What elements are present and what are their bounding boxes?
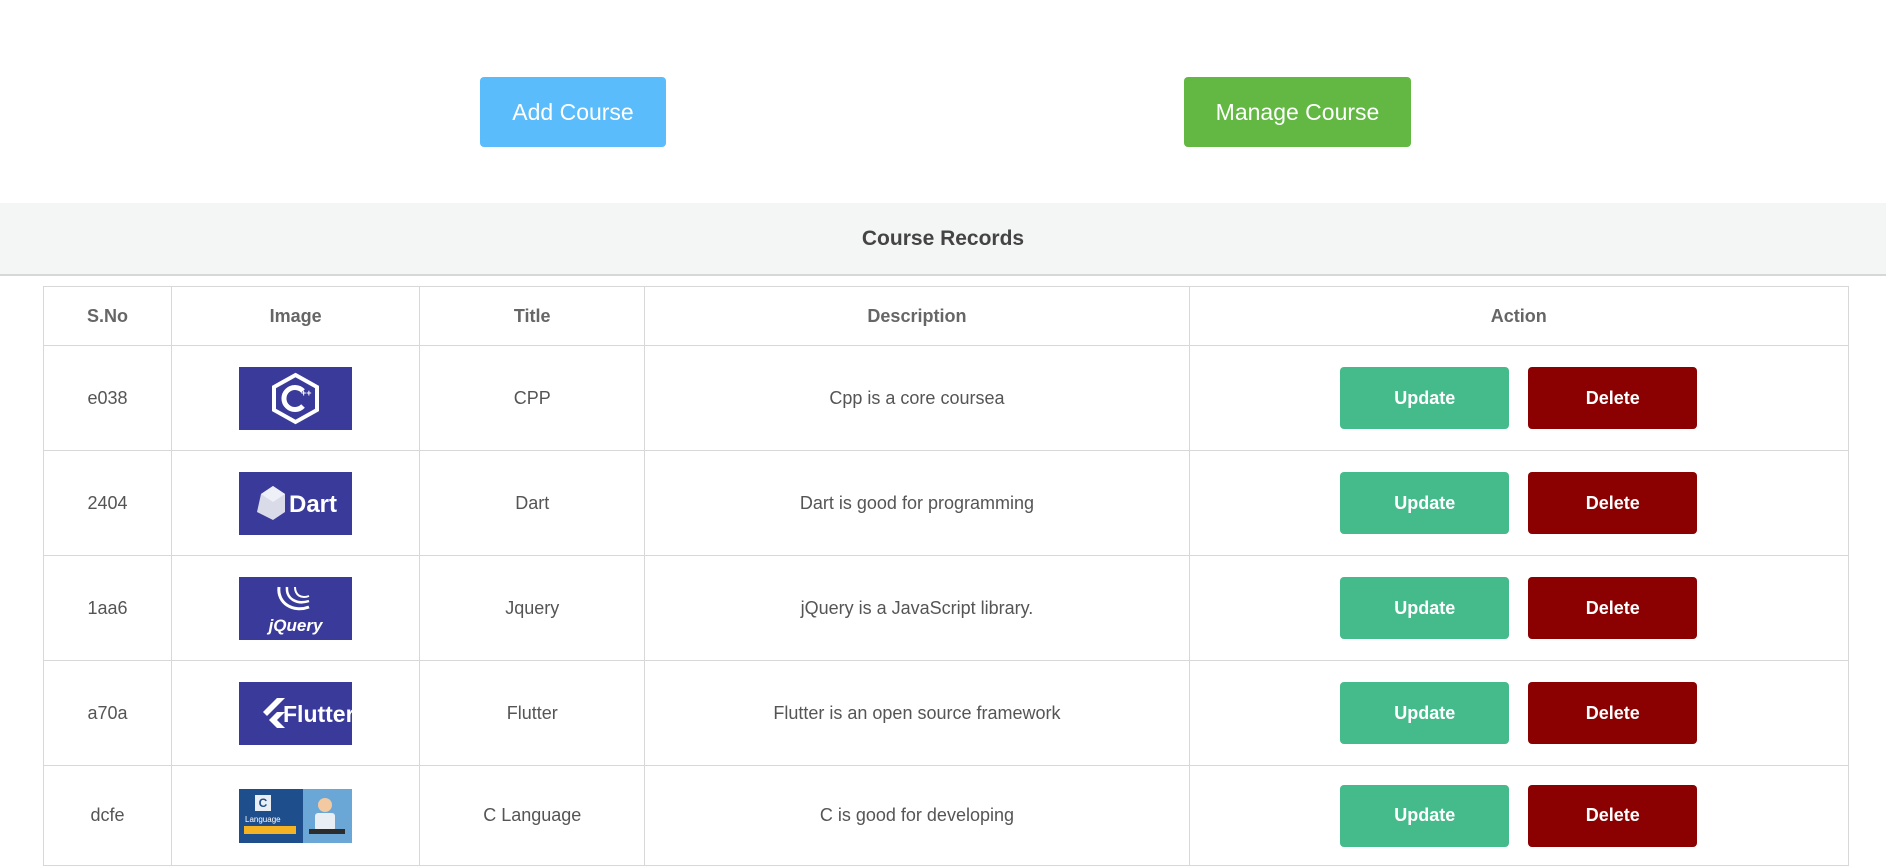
dart-logo-text: Dart [289,491,337,518]
cell-sno: dcfe [42,765,173,866]
header-action: Action [1188,286,1850,346]
cell-title: Flutter [419,660,646,766]
flutter-logo-text: Flutter [283,701,352,727]
cell-actions: Update Delete [1188,660,1850,766]
cell-image: Dart [171,450,421,556]
manage-course-button[interactable]: Manage Course [1184,77,1411,147]
records-section-title: Course Records [0,203,1886,276]
cell-image: jQuery [171,555,421,661]
c-language-logo-text: Language [245,815,281,824]
table-row: dcfe C Language C Language C is good for… [42,765,1850,866]
cell-description: jQuery is a JavaScript library. [644,555,1190,661]
cell-actions: Update Delete [1188,450,1850,556]
cell-sno: 1aa6 [42,555,173,661]
jquery-logo-icon: jQuery [239,576,353,640]
svg-text:C: C [259,796,268,810]
cell-title: Jquery [419,555,646,661]
cell-actions: Update Delete [1188,345,1850,451]
update-button[interactable]: Update [1340,577,1510,639]
delete-button[interactable]: Delete [1528,577,1698,639]
table-row: a70a Flutter Flutter Flutter is an open … [42,660,1850,766]
flutter-logo-icon: Flutter [239,681,353,745]
cell-sno: e038 [42,345,173,451]
table-row: 2404 Dart Dart Dart is good for programm… [42,450,1850,556]
cell-description: C is good for developing [644,765,1190,866]
delete-button[interactable]: Delete [1528,682,1698,744]
cell-actions: Update Delete [1188,555,1850,661]
cell-description: Cpp is a core coursea [644,345,1190,451]
top-toolbar: Add Course Manage Course [0,0,1886,203]
svg-text:++: ++ [301,388,312,398]
cell-sno: 2404 [42,450,173,556]
cell-description: Dart is good for programming [644,450,1190,556]
cell-image: C Language [171,765,421,866]
delete-button[interactable]: Delete [1528,784,1698,847]
header-sno: S.No [42,286,173,346]
cell-actions: Update Delete [1188,765,1850,866]
cell-description: Flutter is an open source framework [644,660,1190,766]
delete-button[interactable]: Delete [1528,367,1698,429]
cell-image: ++ [171,345,421,451]
table-row: e038 ++ CPP Cpp is a core coursea Update… [42,345,1850,451]
header-description: Description [644,286,1190,346]
table-header-row: S.No Image Title Description Action [42,286,1850,346]
cell-title: CPP [419,345,646,451]
update-button[interactable]: Update [1340,784,1510,847]
update-button[interactable]: Update [1340,682,1510,744]
update-button[interactable]: Update [1340,472,1510,534]
jquery-logo-text: jQuery [267,616,324,635]
add-course-button[interactable]: Add Course [480,77,666,147]
cell-sno: a70a [42,660,173,766]
course-table-container: S.No Image Title Description Action e038… [42,286,1850,866]
cell-image: Flutter [171,660,421,766]
cell-title: C Language [419,765,646,866]
delete-button[interactable]: Delete [1528,472,1698,534]
table-row: 1aa6 jQuery Jquery jQuery is a JavaScrip… [42,555,1850,661]
course-table: S.No Image Title Description Action e038… [42,286,1850,866]
header-title: Title [419,286,646,346]
header-image: Image [171,286,421,346]
c-language-thumbnail-icon: C Language [239,788,353,843]
cpp-logo-icon: ++ [239,366,353,430]
update-button[interactable]: Update [1340,367,1510,429]
dart-logo-icon: Dart [239,471,353,535]
cell-title: Dart [419,450,646,556]
